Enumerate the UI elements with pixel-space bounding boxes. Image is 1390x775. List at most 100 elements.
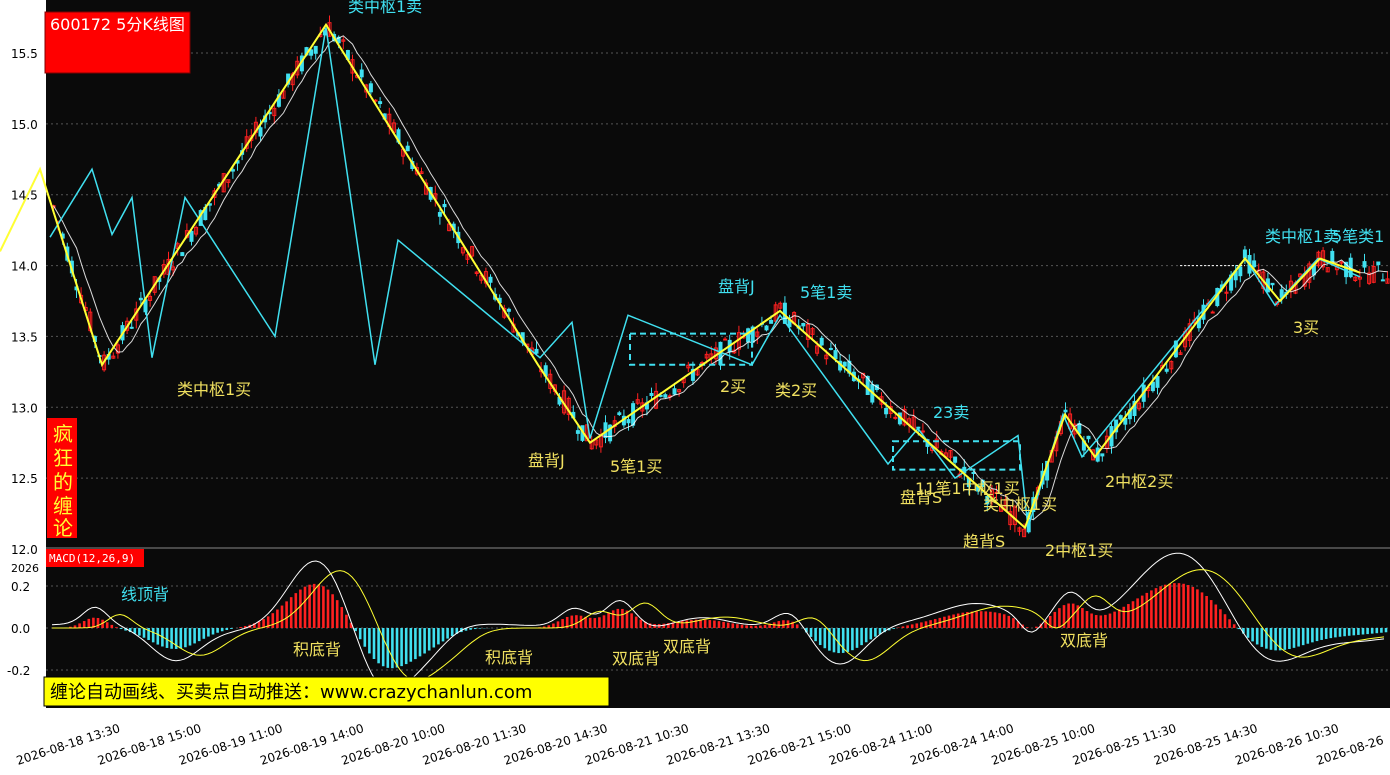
candle-body — [1164, 368, 1169, 372]
candle-body — [442, 203, 447, 208]
y-tick-label: 15.0 — [11, 118, 38, 132]
main-panel-background — [46, 0, 1390, 548]
candle-body — [506, 308, 511, 312]
annotation-label: 5笔类1 — [1332, 227, 1384, 246]
candle-body — [649, 392, 654, 396]
candle-body — [534, 348, 539, 354]
side-label: 疯 狂 的 缠 论 — [47, 418, 77, 540]
annotation-label: 23卖 — [933, 403, 969, 422]
candle-body — [1252, 260, 1257, 268]
annotation-label: 积底背 — [485, 648, 533, 667]
annotation-label: 趋背S — [963, 532, 1005, 551]
candle-body — [1210, 311, 1215, 314]
bottom-axis-background — [0, 708, 1390, 775]
candle-body — [1150, 381, 1155, 392]
y-tick-label: 15.5 — [11, 47, 38, 61]
candle-body — [920, 430, 925, 433]
macd-label: MACD(12,26,9) — [46, 549, 144, 567]
candle-body — [723, 338, 728, 341]
y-tick-label: 14.5 — [11, 189, 38, 203]
macd-y-tick-label: 0.2 — [11, 580, 30, 594]
candle-body — [180, 252, 185, 257]
candle-body — [488, 276, 493, 283]
candle-body — [1242, 249, 1247, 259]
candle-body — [764, 325, 769, 331]
candle-body — [405, 145, 410, 152]
annotation-label: 5笔1买 — [610, 457, 662, 476]
macd-top-tick: 2026 — [11, 562, 39, 575]
candle-body — [368, 83, 373, 93]
candle-body — [884, 407, 889, 415]
side-char-0: 疯 — [53, 422, 73, 446]
candle-body — [230, 169, 235, 172]
candle-body — [819, 337, 824, 346]
candle-body — [828, 347, 833, 350]
chart-title: 600172 5分K线图 — [50, 15, 185, 34]
candle-body — [626, 419, 631, 424]
annotation-label: 类中枢1卖 — [1265, 227, 1339, 246]
title-box: 600172 5分K线图 — [44, 11, 191, 74]
candle-body — [769, 319, 774, 324]
candle-body — [1362, 261, 1367, 268]
candle-body — [746, 328, 751, 343]
candle-body — [801, 323, 806, 327]
annotation-label: 2中枢2买 — [1105, 472, 1173, 491]
chan-chart: 类中枢1卖类中枢1买盘背J 5笔1买2买 类2买盘背J 5笔1卖23卖盘背S11笔1中… — [0, 0, 1390, 775]
macd-label-text: MACD(12,26,9) — [49, 552, 135, 565]
annotation-label: 2买 — [720, 377, 746, 396]
y-tick-label: 12.0 — [11, 543, 38, 557]
candle-body — [138, 297, 143, 301]
candle-body — [189, 230, 194, 242]
annotation-label: 2中枢1买 — [1045, 541, 1113, 560]
candle-body — [1270, 282, 1275, 286]
candle-body — [1118, 415, 1123, 420]
annotation-label: 双底背 — [663, 637, 711, 656]
annotation-label: 3买 — [1293, 318, 1319, 337]
candle-body — [258, 127, 263, 137]
macd-y-tick-label: -0.2 — [7, 664, 30, 678]
side-char-2: 的 — [53, 470, 73, 494]
candle-body — [663, 394, 668, 398]
candle-body — [672, 388, 677, 395]
candle-body — [1376, 261, 1381, 266]
candle-body — [833, 350, 838, 360]
candle-body — [129, 326, 134, 329]
annotation-label: 类中枢1买 — [177, 380, 251, 399]
annotation-label: 盘背J — [718, 277, 755, 296]
annotation-label: 5笔1卖 — [800, 283, 852, 302]
candle-body — [1238, 266, 1243, 277]
candle-body — [313, 45, 318, 54]
annotation-label: 类2买 — [775, 381, 817, 400]
annotation-label: 双底背 — [1060, 631, 1108, 650]
candle-body — [1155, 376, 1160, 388]
side-char-1: 狂 — [53, 446, 73, 470]
candle-body — [842, 361, 847, 367]
candle-body — [1100, 453, 1105, 457]
candle-body — [575, 430, 580, 434]
candle-body — [1380, 279, 1385, 282]
candle-body — [617, 412, 622, 416]
annotation-label: 双底背 — [612, 649, 660, 668]
candle-body — [1063, 409, 1068, 413]
side-char-4: 论 — [53, 516, 73, 540]
annotation-label: 盘背J — [528, 451, 565, 470]
candle-body — [953, 456, 958, 463]
side-char-3: 缠 — [53, 494, 73, 518]
candle-body — [378, 101, 383, 105]
candle-body — [971, 471, 976, 475]
footer-banner: 缠论自动画线、买卖点自动推送：www.crazychanlun.com — [43, 676, 610, 707]
candle-body — [1086, 435, 1091, 440]
candle-body — [1330, 250, 1335, 263]
annotation-label: 类中枢1卖 — [348, 0, 422, 16]
y-tick-label: 12.5 — [11, 472, 38, 486]
y-tick-label: 13.0 — [11, 401, 38, 415]
y-tick-label: 14.0 — [11, 260, 38, 274]
annotation-label: 积底背 — [293, 640, 341, 659]
y-tick-label: 13.5 — [11, 330, 38, 344]
candle-body — [437, 212, 442, 217]
annotation-label: 类中枢1买 — [983, 495, 1057, 514]
candle-body — [359, 69, 364, 78]
candle-body — [893, 416, 898, 419]
left-axis-background — [0, 0, 46, 708]
annotation-label: 线顶背 — [121, 585, 169, 604]
